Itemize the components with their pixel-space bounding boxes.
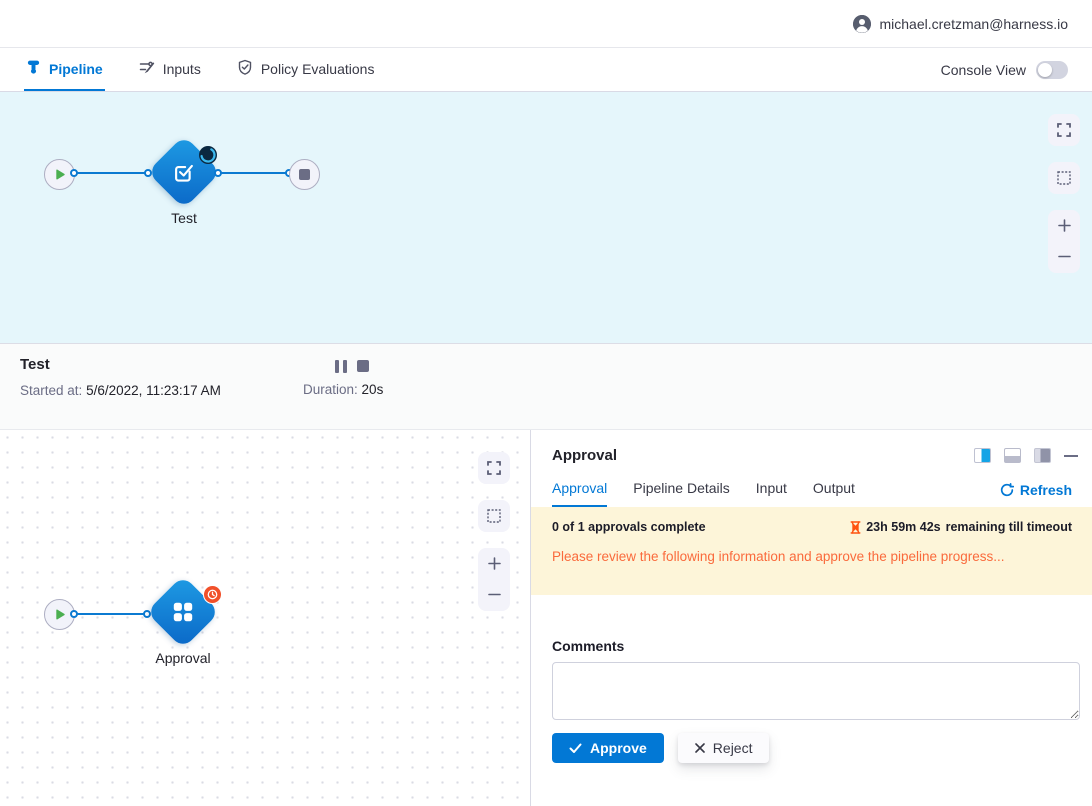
user-avatar-icon	[853, 15, 871, 33]
user-menu[interactable]: michael.cretzman@harness.io	[853, 15, 1068, 33]
tab-inputs[interactable]: Inputs	[137, 48, 203, 91]
toggle-knob	[1038, 63, 1052, 77]
console-view-toggle[interactable]	[1036, 61, 1068, 79]
comments-input[interactable]	[552, 662, 1080, 720]
refresh-button[interactable]: Refresh	[1000, 482, 1072, 498]
stop-icon	[299, 169, 310, 180]
layout-right-drawer-icon[interactable]	[1034, 448, 1051, 463]
panel-tab-pipeline-details[interactable]: Pipeline Details	[633, 480, 730, 507]
layout-right-split-icon[interactable]	[974, 448, 991, 463]
harness-execution-page: michael.cretzman@harness.io Pipeline	[0, 0, 1092, 806]
user-email: michael.cretzman@harness.io	[879, 16, 1068, 32]
stage-node-label: Test	[134, 210, 234, 226]
pause-button[interactable]	[335, 360, 347, 373]
panel-tab-approval[interactable]: Approval	[552, 480, 607, 507]
canvas-controls	[478, 452, 510, 611]
canvas-controls	[1048, 114, 1080, 273]
shield-check-icon	[237, 59, 253, 79]
timeout-remaining: 23h 59m 42s	[866, 520, 940, 534]
approval-stage-icon	[171, 159, 198, 186]
timeout-suffix: remaining till timeout	[946, 520, 1072, 534]
hourglass-icon	[850, 521, 861, 534]
execution-status-bar: Test Started at: 5/6/2022, 11:23:17 AM D…	[0, 343, 1092, 430]
fullscreen-button[interactable]	[1048, 114, 1080, 146]
duration-value: 20s	[362, 382, 384, 397]
step-details-panel: Approval Approval Pipeline Details Input…	[531, 430, 1092, 806]
stage-graph-canvas[interactable]: Approval	[0, 430, 531, 806]
tab-label: Policy Evaluations	[261, 61, 375, 77]
spinner-badge-icon	[199, 146, 217, 164]
started-value: 5/6/2022, 11:23:17 AM	[86, 383, 221, 398]
started-at: Started at: 5/6/2022, 11:23:17 AM	[20, 383, 1092, 398]
play-icon	[54, 168, 66, 181]
edge-port	[70, 610, 78, 618]
zoom-controls	[1048, 210, 1080, 273]
clock-badge-icon	[203, 585, 222, 604]
approval-step-icon	[170, 599, 196, 625]
inputs-icon	[139, 59, 155, 78]
minimize-panel-icon[interactable]	[1064, 455, 1078, 457]
refresh-label: Refresh	[1020, 482, 1072, 498]
reject-button[interactable]: Reject	[678, 733, 770, 763]
edge-port	[144, 169, 152, 177]
abort-button[interactable]	[357, 360, 369, 372]
fit-to-screen-button[interactable]	[1048, 162, 1080, 194]
comments-section: Comments	[552, 638, 1080, 725]
approval-message: Please review the following information …	[552, 549, 1072, 564]
panel-tab-output[interactable]: Output	[813, 480, 855, 507]
play-icon	[54, 608, 66, 621]
top-bar: michael.cretzman@harness.io	[0, 0, 1092, 48]
zoom-in-button[interactable]	[1048, 210, 1080, 241]
tab-policy-evaluations[interactable]: Policy Evaluations	[235, 48, 377, 91]
pipeline-end-node[interactable]	[289, 159, 320, 190]
step-node-label: Approval	[133, 650, 233, 666]
approval-banner: 0 of 1 approvals complete 23h 59m 42s re…	[531, 507, 1092, 595]
approvals-progress: 0 of 1 approvals complete	[552, 520, 706, 534]
refresh-icon	[1000, 483, 1014, 497]
reject-label: Reject	[713, 740, 753, 756]
duration: Duration: 20s	[303, 382, 383, 397]
console-view-control: Console View	[941, 48, 1068, 91]
panel-layout-controls	[974, 448, 1078, 463]
timeout-info: 23h 59m 42s remaining till timeout	[850, 520, 1072, 534]
fullscreen-button[interactable]	[478, 452, 510, 484]
edge-port	[70, 169, 78, 177]
panel-tabs: Approval Pipeline Details Input Output R…	[531, 480, 1092, 507]
zoom-controls	[478, 548, 510, 611]
approve-label: Approve	[590, 740, 647, 756]
zoom-in-button[interactable]	[478, 548, 510, 579]
edge-start-to-approval	[74, 613, 147, 615]
x-icon	[695, 743, 705, 753]
tab-pipeline[interactable]: Pipeline	[24, 48, 105, 91]
comments-label: Comments	[552, 638, 1080, 654]
console-view-label: Console View	[941, 62, 1026, 78]
pipeline-graph-canvas[interactable]: Test	[0, 92, 1092, 343]
tab-label: Pipeline	[49, 61, 103, 77]
edge-start-to-test	[74, 172, 150, 174]
execution-tab-bar: Pipeline Inputs Policy Evaluations	[0, 48, 1092, 92]
duration-label: Duration:	[303, 382, 358, 397]
pause-bar	[335, 360, 339, 373]
pause-bar	[343, 360, 347, 373]
fit-to-screen-button[interactable]	[478, 500, 510, 532]
edge-test-to-end	[221, 172, 290, 174]
execution-controls	[335, 360, 383, 373]
zoom-out-button[interactable]	[1048, 241, 1080, 272]
started-label: Started at:	[20, 383, 82, 398]
layout-bottom-split-icon[interactable]	[1004, 448, 1021, 463]
zoom-out-button[interactable]	[478, 579, 510, 610]
approval-actions: Approve Reject	[552, 733, 1092, 763]
tab-label: Inputs	[163, 61, 201, 77]
pipeline-icon	[26, 59, 41, 78]
stage-title: Test	[20, 356, 1092, 373]
bottom-split: Approval	[0, 430, 1092, 806]
check-icon	[569, 743, 582, 754]
status-column-2: Duration: 20s	[303, 356, 383, 397]
panel-tab-input[interactable]: Input	[756, 480, 787, 507]
approve-button[interactable]: Approve	[552, 733, 664, 763]
